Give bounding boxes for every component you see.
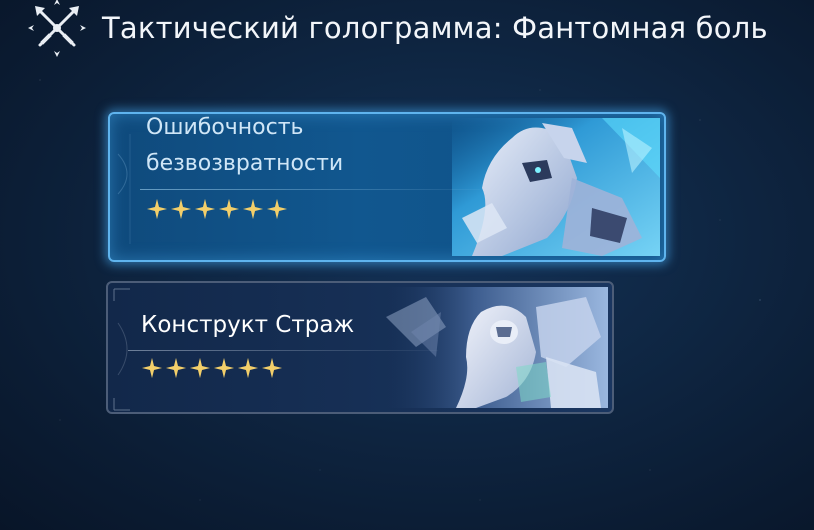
guardian-construct-portrait <box>386 287 608 408</box>
star-icon <box>261 357 283 379</box>
page-header: Тактический голограмма: Фантомная боль <box>26 0 768 59</box>
card-divider <box>140 189 480 190</box>
star-icon <box>218 198 240 220</box>
star-icon <box>146 198 168 220</box>
armored-character-portrait <box>452 118 660 256</box>
enemy-name: Конструкт Страж <box>141 312 355 338</box>
star-icon <box>194 198 216 220</box>
star-icon <box>165 357 187 379</box>
star-icon <box>242 198 264 220</box>
star-icon <box>189 357 211 379</box>
star-rating <box>141 357 283 379</box>
star-icon <box>213 357 235 379</box>
star-icon <box>141 357 163 379</box>
enemy-card-selected[interactable]: Ошибочность безвозвратности <box>108 112 666 262</box>
card-divider <box>128 350 438 351</box>
crossed-swords-icon <box>26 0 88 59</box>
star-icon <box>237 357 259 379</box>
star-icon <box>266 198 288 220</box>
star-icon <box>170 198 192 220</box>
enemy-card[interactable]: Конструкт Страж <box>106 281 614 414</box>
starfield-background <box>0 0 814 530</box>
page-title: Тактический голограмма: Фантомная боль <box>102 11 768 45</box>
star-rating <box>146 198 288 220</box>
enemy-name: Ошибочность безвозвратности <box>146 115 344 176</box>
